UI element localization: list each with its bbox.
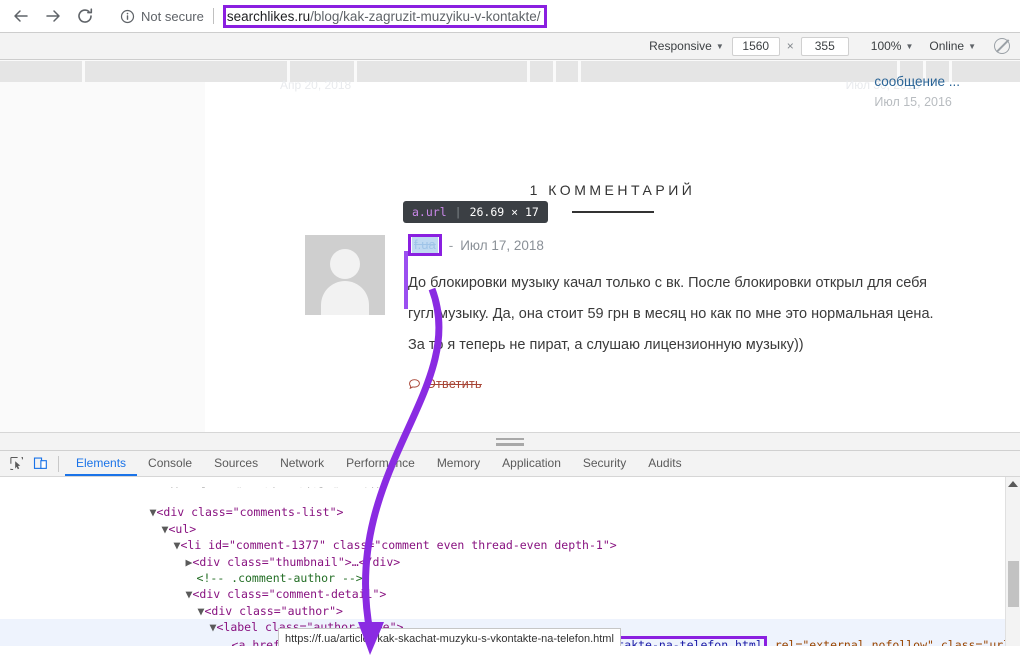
speech-bubble-icon [409, 378, 420, 389]
toggle-device-toolbar-button[interactable] [28, 453, 52, 475]
page-title: 1 КОММЕНТАРИЙ [529, 182, 696, 198]
author-name-link[interactable]: f.ua [412, 237, 438, 253]
security-status-label: Not secure [141, 8, 204, 24]
info-circle-icon[interactable] [120, 9, 135, 24]
tab-security[interactable]: Security [572, 451, 637, 476]
dom-tree[interactable]: <div class="section-title">…</div> ▼<div… [0, 477, 1020, 646]
avatar [305, 235, 385, 315]
dom-node-text: <li id="comment-1377" class="comment eve… [180, 538, 617, 553]
scroll-up-arrow-icon[interactable] [1008, 481, 1018, 487]
url-highlight-box[interactable]: searchlikes.ru/blog/kak-zagruzit-muzyiku… [222, 4, 547, 28]
chevron-down-icon: ▼ [715, 41, 724, 51]
device-toolbar-icon [33, 457, 47, 469]
faint-date-left: Апр 20, 2018 [280, 78, 352, 92]
address-bar[interactable]: Not secure searchlikes.ru/blog/kak-zagru… [110, 3, 1006, 29]
browser-toolbar: Not secure searchlikes.ru/blog/kak-zagru… [0, 0, 1020, 32]
inspector-badge: a.url | 26.69 × 17 [403, 201, 548, 223]
tab-performance[interactable]: Performance [335, 451, 426, 476]
dom-node-text: <div class="author"> [204, 603, 343, 618]
author-date-separator: - [448, 237, 454, 253]
arrow-left-icon [14, 10, 28, 22]
comment-author-row: f.ua - Июл 17, 2018 [408, 234, 948, 256]
page-block [0, 61, 82, 82]
viewport-height-input[interactable]: 355 [800, 36, 849, 56]
dom-node-text: <div class="comments-list"> [156, 505, 344, 520]
dom-tree-scrollbar[interactable] [1005, 477, 1020, 646]
devtools-tabbar: Elements Console Sources Network Perform… [0, 451, 1020, 477]
tab-network[interactable]: Network [269, 451, 335, 476]
badge-dimensions: 26.69 × 17 [469, 205, 539, 219]
page-block [84, 61, 288, 82]
network-status-label: Online [929, 39, 965, 53]
reply-link[interactable]: Ответить [426, 377, 482, 391]
device-selector[interactable]: Responsive ▼ [641, 39, 732, 53]
inspect-cursor-icon [9, 456, 23, 471]
page-left-column [0, 82, 205, 432]
drag-handle-icon[interactable] [496, 437, 524, 446]
devtools-panel: Elements Console Sources Network Perform… [0, 450, 1020, 646]
chevron-down-icon: ▼ [968, 41, 976, 51]
page-main-column: Апр 20, 2018 Июл 30, 2018 сообщение ... … [205, 74, 1020, 432]
chevron-down-icon: ▼ [905, 41, 914, 51]
comment-item: a.url | 26.69 × 17 f.ua - Июл 17, 2018 Д… [205, 201, 1020, 391]
scrollbar-thumb[interactable] [1008, 561, 1019, 607]
toolbar-divider [58, 455, 59, 472]
arrow-right-icon [46, 10, 60, 22]
comment-text: До блокировки музыку качал только с вк. … [408, 275, 934, 353]
comment-date: Июл 17, 2018 [460, 237, 544, 253]
dom-node-text: <div class="thumbnail">…</div> [192, 554, 401, 569]
dom-node[interactable]: ▼<div class="comments-list"> [0, 488, 1020, 519]
tab-sources[interactable]: Sources [203, 451, 269, 476]
page-viewport: Апр 20, 2018 Июл 30, 2018 сообщение ... … [0, 60, 1020, 432]
no-throttling-icon[interactable] [994, 38, 1010, 54]
related-post-link[interactable]: сообщение ... [874, 74, 960, 89]
url-path: /blog/kak-zagruzit-muzyiku-v-kontakte/ [310, 8, 541, 24]
anchor-attributes: rel="external nofollow" class="url" [767, 637, 1018, 646]
zoom-level-label: 100% [870, 39, 902, 53]
back-button[interactable] [6, 1, 36, 31]
related-post-block: сообщение ... Июл 15, 2016 [874, 74, 960, 109]
tab-application[interactable]: Application [491, 451, 572, 476]
related-post-date: Июл 15, 2016 [874, 95, 952, 109]
link-url-tooltip: https://f.ua/articles/kak-skachat-muzyku… [278, 628, 621, 646]
zoom-selector[interactable]: 100% ▼ [863, 39, 922, 53]
dom-node[interactable]: <div class="section-title">…</div> [0, 479, 1020, 488]
tab-elements[interactable]: Elements [65, 451, 138, 476]
device-emulation-toolbar: Responsive ▼ 1560 × 355 100% ▼ Online ▼ [0, 32, 1020, 60]
page-block [952, 61, 1020, 82]
reload-button[interactable] [70, 1, 100, 31]
devtools-resizer[interactable] [0, 432, 1020, 450]
dom-node-text: <div class="comment-detail"> [192, 587, 387, 602]
forward-button[interactable] [38, 1, 68, 31]
badge-separator: | [454, 205, 462, 219]
author-link-highlight[interactable]: f.ua [408, 234, 442, 256]
omnibox-divider [212, 8, 214, 24]
url-domain: searchlikes.ru [226, 8, 311, 24]
tab-memory[interactable]: Memory [426, 451, 491, 476]
dom-node-text: <!-- .comment-author --> [196, 570, 363, 585]
viewport-width-input[interactable]: 1560 [731, 36, 780, 56]
tab-console[interactable]: Console [137, 451, 203, 476]
page-content: Апр 20, 2018 Июл 30, 2018 сообщение ... … [0, 74, 1020, 432]
reply-row[interactable]: Ответить [408, 377, 948, 391]
dom-node-text: <ul> [168, 521, 197, 536]
reload-icon [78, 8, 93, 23]
badge-selector: a.url [412, 205, 447, 219]
highlight-edge [404, 251, 408, 309]
faint-date-row: Апр 20, 2018 Июл 30, 2018 [280, 78, 920, 92]
dom-node-text: <div class="section-title">…</div> [160, 485, 395, 488]
device-selector-label: Responsive [649, 39, 712, 53]
network-throttle-selector[interactable]: Online ▼ [921, 39, 984, 53]
title-underline [571, 211, 654, 213]
comment-detail: a.url | 26.69 × 17 f.ua - Июл 17, 2018 Д… [403, 201, 948, 391]
dimension-separator: × [786, 39, 794, 53]
tab-audits[interactable]: Audits [637, 451, 692, 476]
inspect-element-button[interactable] [4, 453, 28, 475]
